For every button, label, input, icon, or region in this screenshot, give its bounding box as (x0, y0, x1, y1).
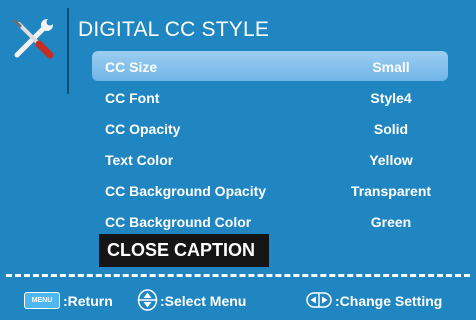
footer-divider (6, 274, 470, 277)
footer-help-bar: MENU :Return :Select Menu :Change Settin… (0, 289, 476, 313)
menu-item-label: Text Color (105, 152, 174, 168)
up-down-arrows-icon (137, 289, 158, 311)
menu-item-cc-background-color[interactable]: CC Background Color Green (92, 206, 448, 237)
menu-item-label: CC Font (105, 90, 160, 106)
menu-item-cc-font[interactable]: CC Font Style4 (92, 82, 448, 113)
close-caption-button[interactable]: CLOSE CAPTION (99, 234, 269, 267)
menu-key-icon: MENU (24, 292, 60, 309)
menu-item-label: CC Opacity (105, 121, 181, 137)
menu-item-cc-background-opacity[interactable]: CC Background Opacity Transparent (92, 175, 448, 206)
return-hint: :Return (63, 293, 113, 309)
menu-item-label: CC Size (105, 59, 158, 75)
menu-item-label: CC Background Color (105, 214, 252, 230)
menu-item-value: Green (370, 214, 412, 230)
cc-style-menu: CC Size Small CC Font Style4 CC Opacity … (92, 51, 448, 237)
menu-item-value: Transparent (350, 183, 432, 199)
menu-item-text-color[interactable]: Text Color Yellow (92, 144, 448, 175)
menu-item-cc-size[interactable]: CC Size Small (92, 51, 448, 81)
menu-item-cc-opacity[interactable]: CC Opacity Solid (92, 113, 448, 144)
menu-item-value: Small (372, 59, 410, 75)
left-right-arrows-icon (306, 292, 332, 308)
change-setting-hint: :Change Setting (335, 293, 443, 309)
digital-cc-style-screen: DIGITAL CC STYLE CC Size Small CC Font S… (0, 0, 476, 320)
menu-title: DIGITAL CC STYLE (78, 18, 270, 41)
header-divider (67, 8, 69, 94)
menu-item-value: Solid (373, 121, 409, 137)
menu-item-label: CC Background Opacity (105, 183, 267, 199)
wrench-screwdriver-icon (13, 18, 54, 59)
menu-item-value: Yellow (369, 152, 413, 168)
select-menu-hint: :Select Menu (160, 293, 247, 309)
menu-item-value: Style4 (370, 90, 412, 106)
